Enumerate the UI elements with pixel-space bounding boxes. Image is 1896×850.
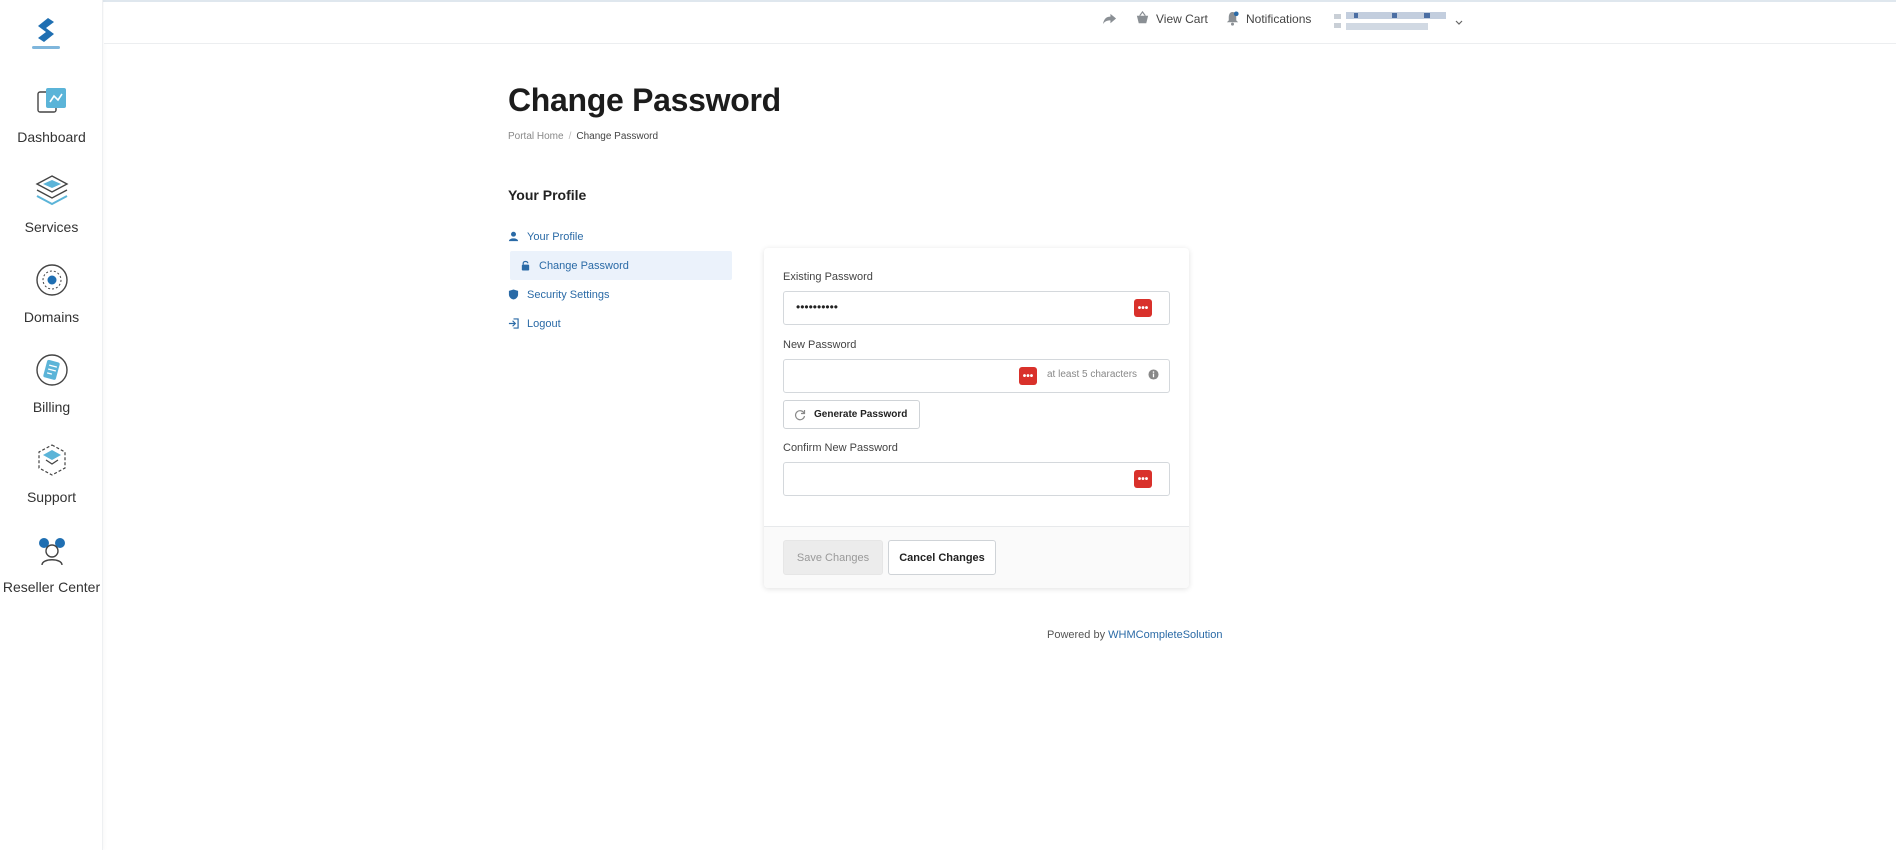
card-footer: Save Changes Cancel Changes	[764, 526, 1189, 588]
top-header: View Cart Notifications	[104, 2, 1896, 44]
billing-icon	[35, 354, 68, 386]
logout-icon	[508, 318, 519, 329]
password-length-hint: at least 5 characters	[1047, 369, 1138, 380]
sidebar-item-services[interactable]: Services	[0, 172, 103, 237]
menu-item-your-profile[interactable]: Your Profile	[508, 222, 732, 251]
menu-item-label: Your Profile	[527, 230, 584, 243]
sidebar-item-label: Reseller Center	[2, 579, 101, 595]
powered-by-text: Powered by	[1047, 629, 1106, 641]
shield-icon	[508, 289, 519, 300]
dashboard-icon	[36, 88, 66, 113]
sidebar-item-billing[interactable]: Billing	[0, 352, 103, 417]
powered-by-footer: Powered by WHMCompleteSolution	[1047, 629, 1222, 641]
sidebar-item-domains[interactable]: Domains	[0, 262, 103, 327]
breadcrumb-separator: /	[568, 131, 572, 142]
sidebar-item-dashboard[interactable]: Dashboard	[0, 82, 103, 147]
sidebar-item-label: Billing	[32, 399, 71, 415]
info-icon[interactable]	[1148, 369, 1159, 380]
sidebar-item-label: Dashboard	[17, 129, 86, 145]
save-changes-button[interactable]: Save Changes	[783, 540, 883, 575]
existing-password-label: Existing Password	[783, 271, 873, 283]
cart-icon	[1136, 11, 1149, 24]
notifications-link[interactable]: Notifications	[1225, 11, 1311, 26]
share-button[interactable]	[1102, 11, 1117, 26]
menu-item-label: Change Password	[539, 259, 629, 272]
new-password-field[interactable]: ••• at least 5 characters	[783, 359, 1170, 393]
profile-menu: Your Profile Change Password Security Se…	[508, 222, 732, 338]
password-manager-icon[interactable]: •••	[1019, 367, 1037, 385]
new-password-label: New Password	[783, 339, 857, 351]
sidebar-item-label: Services	[24, 219, 79, 235]
menu-item-security-settings[interactable]: Security Settings	[508, 280, 732, 309]
main-sidebar: Dashboard Services Domains Billing Suppo…	[0, 0, 103, 850]
breadcrumb-home[interactable]: Portal Home	[508, 131, 564, 142]
existing-password-value: ••••••••••	[796, 300, 839, 314]
sidebar-item-reseller-center[interactable]: Reseller Center	[0, 532, 103, 597]
share-arrow-icon	[1102, 13, 1117, 25]
bell-icon	[1226, 11, 1239, 26]
whmcs-link[interactable]: WHMCompleteSolution	[1108, 629, 1222, 641]
profile-menu-title: Your Profile	[508, 187, 587, 203]
menu-item-label: Security Settings	[527, 288, 610, 301]
generate-password-button[interactable]: Generate Password	[783, 400, 921, 429]
support-icon	[37, 444, 66, 476]
user-icon	[508, 231, 519, 242]
notifications-label: Notifications	[1246, 11, 1312, 26]
services-icon	[35, 175, 68, 206]
breadcrumb-current: Change Password	[576, 131, 659, 142]
reseller-icon	[38, 538, 65, 566]
sidebar-item-label: Support	[26, 489, 77, 505]
domains-icon	[35, 264, 68, 296]
menu-item-change-password[interactable]: Change Password	[510, 251, 732, 280]
brand-logo[interactable]	[28, 16, 64, 52]
change-password-card: Existing Password •••••••••• ••• New Pas…	[764, 248, 1189, 588]
breadcrumb: Portal Home / Change Password	[508, 131, 658, 142]
refresh-icon	[794, 409, 806, 420]
generate-password-label: Generate Password	[814, 409, 908, 420]
sidebar-item-label: Domains	[23, 309, 80, 325]
cancel-changes-button[interactable]: Cancel Changes	[888, 540, 996, 575]
password-manager-icon[interactable]: •••	[1134, 299, 1152, 317]
lock-icon	[521, 260, 530, 271]
page-title: Change Password	[508, 82, 781, 118]
confirm-password-field[interactable]: •••	[783, 462, 1170, 496]
existing-password-field[interactable]: •••••••••• •••	[783, 291, 1170, 325]
sidebar-item-support[interactable]: Support	[0, 442, 103, 507]
confirm-password-label: Confirm New Password	[783, 442, 898, 454]
menu-item-label: Logout	[527, 317, 561, 330]
password-manager-icon[interactable]: •••	[1134, 470, 1152, 488]
view-cart-label: View Cart	[1156, 11, 1208, 26]
menu-item-logout[interactable]: Logout	[508, 309, 732, 338]
user-account-menu[interactable]	[1334, 10, 1494, 36]
view-cart-link[interactable]: View Cart	[1135, 11, 1208, 26]
